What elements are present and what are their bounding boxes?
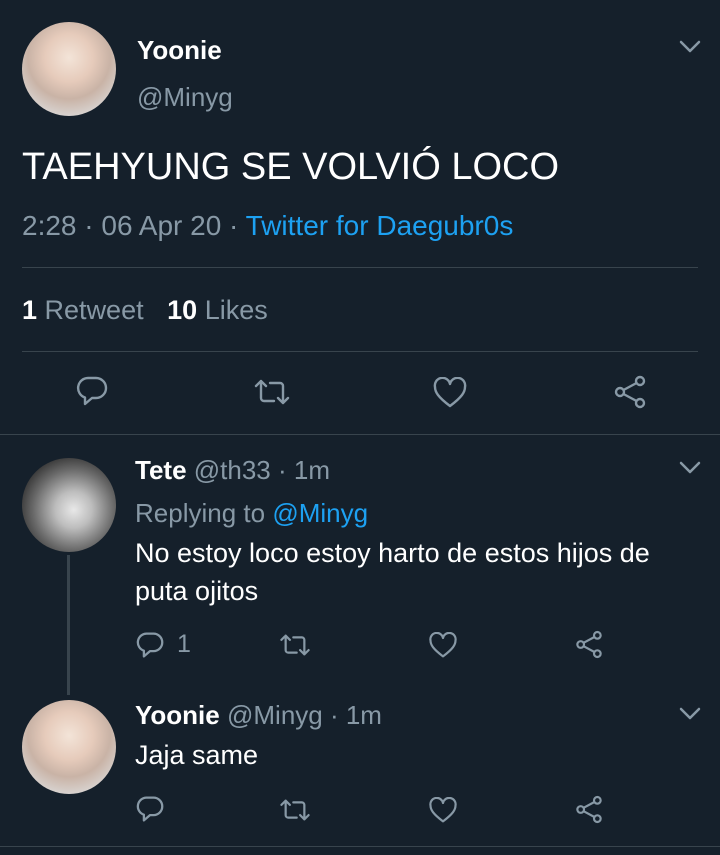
avatar[interactable] [22,22,116,116]
share-icon[interactable] [574,795,604,824]
replying-handle[interactable]: @Minyg [272,498,368,528]
divider [0,846,720,847]
tweet-date: 06 Apr 20 [101,210,222,241]
tweet-stats: 1 Retweet 10 Likes [22,295,268,326]
tweet-meta: 2:28 · 06 Apr 20 · Twitter for Daegubr0s [22,210,513,242]
retweet-icon[interactable] [278,632,312,658]
like-stat[interactable]: 10 Likes [167,295,268,325]
author-handle[interactable]: @Minyg [227,700,323,730]
retweet-icon[interactable] [252,377,292,407]
author-handle[interactable]: @Minyg [137,82,233,113]
reply-text-line: puta ojitos [135,576,259,606]
chevron-down-icon[interactable] [679,40,701,54]
thread-line [67,555,70,695]
author-name[interactable]: Tete [135,455,187,485]
heart-icon[interactable] [428,797,458,824]
meta-separator: · [84,210,94,241]
reply-time: · 1m [278,455,330,485]
reply-icon[interactable] [135,631,165,659]
meta-separator: · [229,210,239,241]
avatar[interactable] [22,458,116,552]
reply-text: Jaja same [135,740,259,770]
avatar[interactable] [22,700,116,794]
heart-icon[interactable] [432,377,468,409]
like-count: 10 [167,295,198,325]
author-name[interactable]: Yoonie [137,35,222,66]
retweet-label: Retweet [44,295,144,325]
retweet-icon[interactable] [278,797,312,823]
reply-time: · 1m [329,700,382,730]
author-handle[interactable]: @th33 [194,455,271,485]
reply-text-line: No estoy loco estoy harto de estos hijos… [135,538,650,568]
share-icon[interactable] [574,630,604,659]
share-icon[interactable] [612,375,648,409]
reply-header: Tete @th33 · 1m [135,455,330,486]
reply-action[interactable]: 1 [135,630,191,659]
reply-count: 1 [177,630,191,658]
chevron-down-icon[interactable] [679,461,701,475]
replying-to: Replying to @Minyg [135,498,368,529]
divider [22,351,698,352]
reply-header: Yoonie @Minyg · 1m [135,700,382,731]
heart-icon[interactable] [428,632,458,659]
author-name[interactable]: Yoonie [135,700,220,730]
reply-icon[interactable] [75,375,109,407]
retweet-count: 1 [22,295,38,325]
tweet-source[interactable]: Twitter for Daegubr0s [246,210,514,241]
tweet-text: TAEHYUNG SE VOLVIÓ LOCO [22,146,560,188]
retweet-stat[interactable]: 1 Retweet [22,295,151,325]
divider [0,434,720,435]
divider [22,267,698,268]
replying-label: Replying to [135,498,266,528]
reply-icon[interactable] [135,795,165,823]
tweet-time: 2:28 [22,210,77,241]
like-label: Likes [204,295,268,325]
chevron-down-icon[interactable] [679,707,701,721]
